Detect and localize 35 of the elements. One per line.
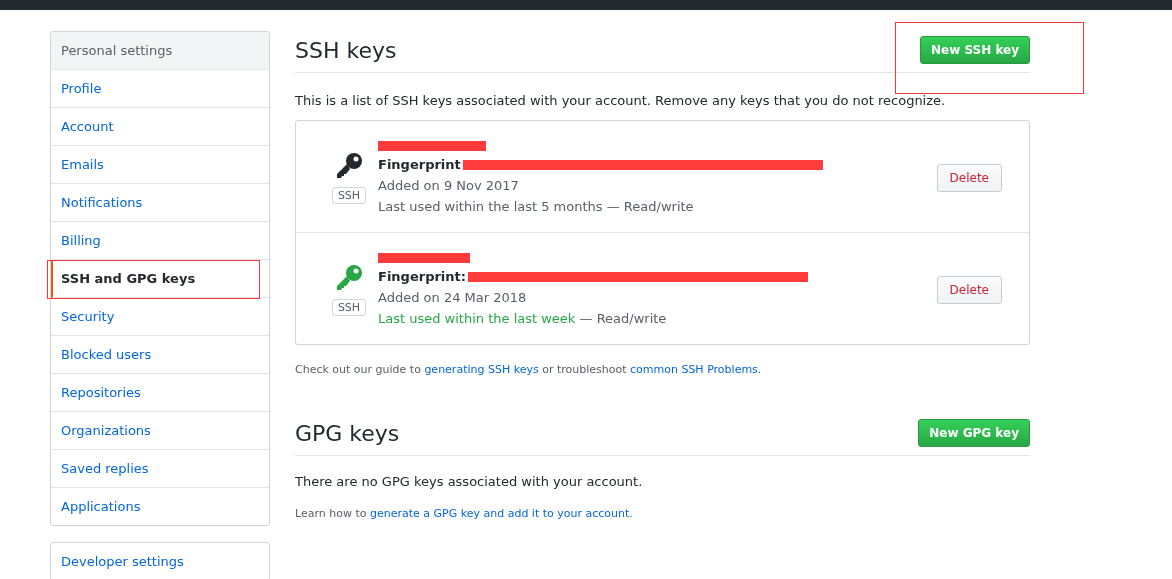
fingerprint-label: Fingerprint: [378,269,466,284]
menu-item[interactable]: Billing [51,222,269,260]
menu-item[interactable]: Saved replies [51,450,269,488]
key-icon [334,151,364,181]
section-title: GPG keys [295,420,400,446]
intro-text: This is a list of SSH keys associated with your account. Remove any keys that you do not recognize. [295,93,947,108]
help-text: Check out our guide to generating SSH keys or troubleshoot common SSH Problems. [295,363,763,376]
last-used-text: Last used within the last 5 months — Read/write [378,199,695,214]
menu-item[interactable]: Blocked users [51,336,269,374]
menu-item[interactable]: Profile [51,70,269,108]
added-date: Added on 9 Nov 2017 [378,178,520,193]
delete-button[interactable]: Delete [936,275,1002,304]
last-used-text: Last used within the last week — Read/write [378,311,668,326]
help-text: Learn how to generate a GPG key and add it to your account. [295,507,634,520]
menu-item[interactable]: Applications [51,488,269,525]
key-icon [334,263,364,293]
key-type-badge: SSH [331,187,367,204]
menu-header: Personal settings [51,32,269,70]
menu-item[interactable]: SSH and GPG keys [51,260,269,298]
help-link[interactable]: generating SSH keys [424,363,539,376]
added-date: Added on 24 Mar 2018 [378,290,528,305]
menu-item[interactable]: Security [51,298,269,336]
menu-item[interactable]: Developer settings [51,543,269,579]
menu-item[interactable]: Organizations [51,412,269,450]
menu-item[interactable]: Notifications [51,184,269,222]
menu-item[interactable]: Emails [51,146,269,184]
key-type-badge: SSH [331,299,367,316]
empty-text: There are no GPG keys associated with your account. [295,474,644,489]
menu-item[interactable]: Account [51,108,269,146]
fingerprint-label: Fingerprint [378,157,461,172]
help-link[interactable]: generate a GPG key and add it to your account. [370,507,633,520]
delete-button[interactable]: Delete [936,163,1002,192]
section-title: SSH keys [295,37,397,63]
help-link[interactable]: common SSH Problems. [630,363,762,376]
menu-item[interactable]: Repositories [51,374,269,412]
